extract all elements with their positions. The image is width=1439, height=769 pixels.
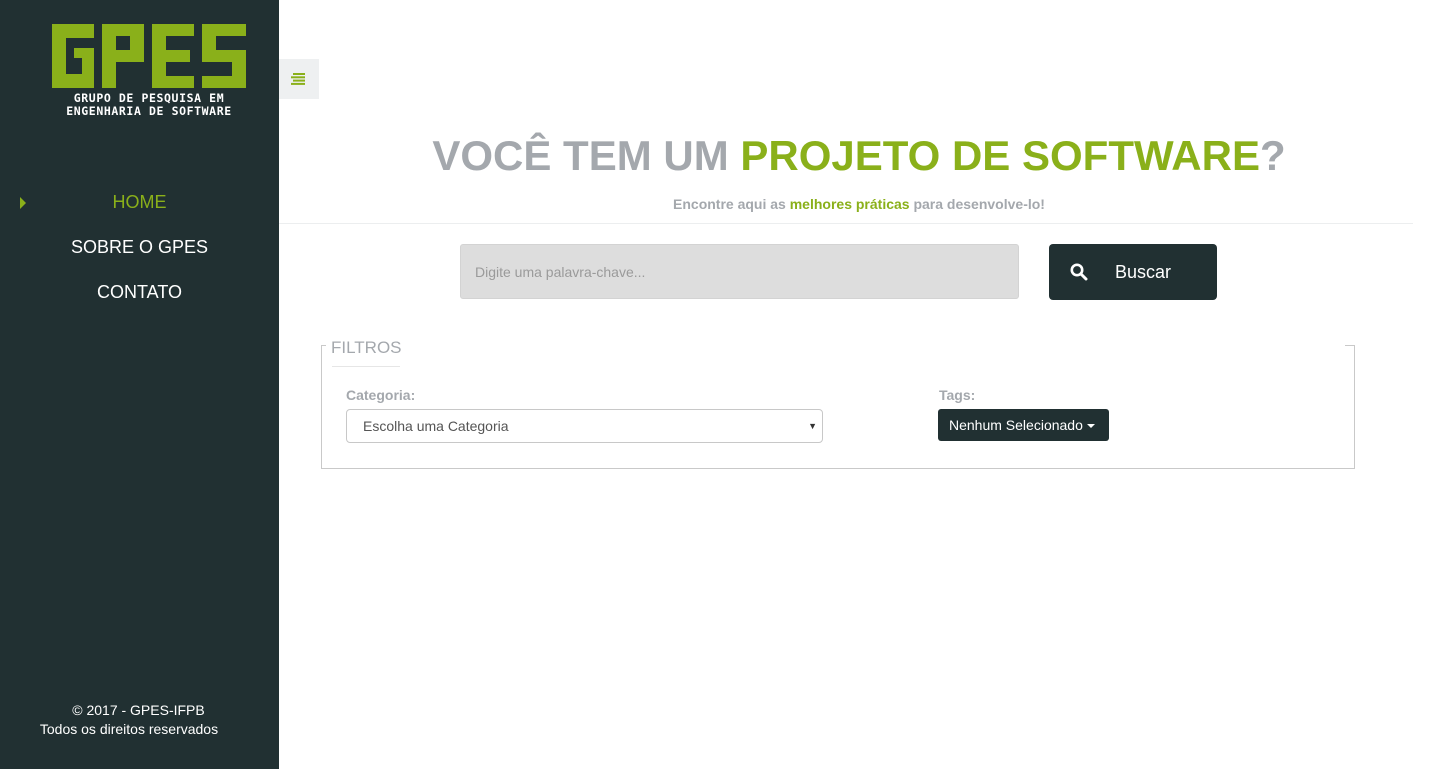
page-title: VOCÊ TEM UM PROJETO DE SOFTWARE? — [279, 128, 1439, 184]
subtitle-part1: Encontre aqui as — [673, 196, 790, 212]
gpes-logo[interactable]: GRUPO DE PESQUISA EM ENGENHARIA DE SOFTW… — [52, 24, 246, 118]
tags-dropdown-button[interactable]: Nenhum Selecionado — [938, 409, 1109, 441]
filters-panel: FILTROS Categoria: Escolha uma Categoria… — [321, 338, 1355, 469]
title-accent: PROJETO DE SOFTWARE — [740, 132, 1260, 179]
page-subtitle: Encontre aqui as melhores práticas para … — [279, 195, 1439, 213]
caret-down-icon — [1086, 424, 1095, 429]
filters-border-gap — [326, 345, 1345, 346]
rights-text: Todos os direitos reservados — [39, 721, 219, 737]
tags-dropdown-value: Nenhum Selecionado — [949, 417, 1083, 433]
sidebar: GRUPO DE PESQUISA EM ENGENHARIA DE SOFTW… — [0, 0, 279, 769]
nav-item-label: CONTATO — [97, 282, 182, 302]
copyright-text: © 2017 - GPES-IFPB — [72, 702, 205, 718]
subtitle-accent: melhores práticas — [789, 196, 910, 212]
subtitle-part2: para desenvolve-lo! — [909, 196, 1045, 212]
hero-divider — [279, 223, 1413, 224]
nav-item-label: HOME — [112, 192, 167, 212]
filters-legend-underline — [332, 366, 400, 367]
nav-item-contato[interactable]: CONTATO — [0, 270, 279, 315]
sidebar-toggle-button[interactable] — [279, 59, 319, 99]
logo-subtitle-line2: ENGENHARIA DE SOFTWARE — [66, 104, 232, 118]
caret-right-icon — [20, 197, 26, 209]
nav-item-sobre[interactable]: SOBRE O GPES — [0, 225, 279, 270]
tags-label: Tags: — [939, 387, 976, 403]
title-part1: VOCÊ TEM UM — [432, 132, 741, 179]
category-select-value: Escolha uma Categoria — [363, 418, 509, 434]
search-button[interactable]: Buscar — [1049, 244, 1217, 300]
category-label: Categoria: — [346, 387, 416, 403]
select-arrow-icon: ▼ — [808, 421, 817, 431]
menu-lines-icon — [291, 73, 305, 85]
sidebar-footer: © 2017 - GPES-IFPB Todos os direitos res… — [0, 701, 279, 739]
title-part2: ? — [1260, 132, 1286, 179]
search-input[interactable] — [460, 244, 1019, 299]
search-icon — [1070, 263, 1088, 281]
logo-subtitle: GRUPO DE PESQUISA EM ENGENHARIA DE SOFTW… — [52, 92, 246, 118]
nav-item-home[interactable]: HOME — [0, 180, 279, 225]
sidebar-nav: HOME SOBRE O GPES CONTATO — [0, 180, 279, 315]
gpes-logo-mark — [52, 24, 246, 88]
category-select[interactable]: Escolha uma Categoria ▼ — [346, 409, 823, 443]
nav-item-label: SOBRE O GPES — [70, 237, 209, 257]
search-button-label: Buscar — [1115, 262, 1172, 282]
filters-legend: FILTROS — [330, 338, 403, 358]
